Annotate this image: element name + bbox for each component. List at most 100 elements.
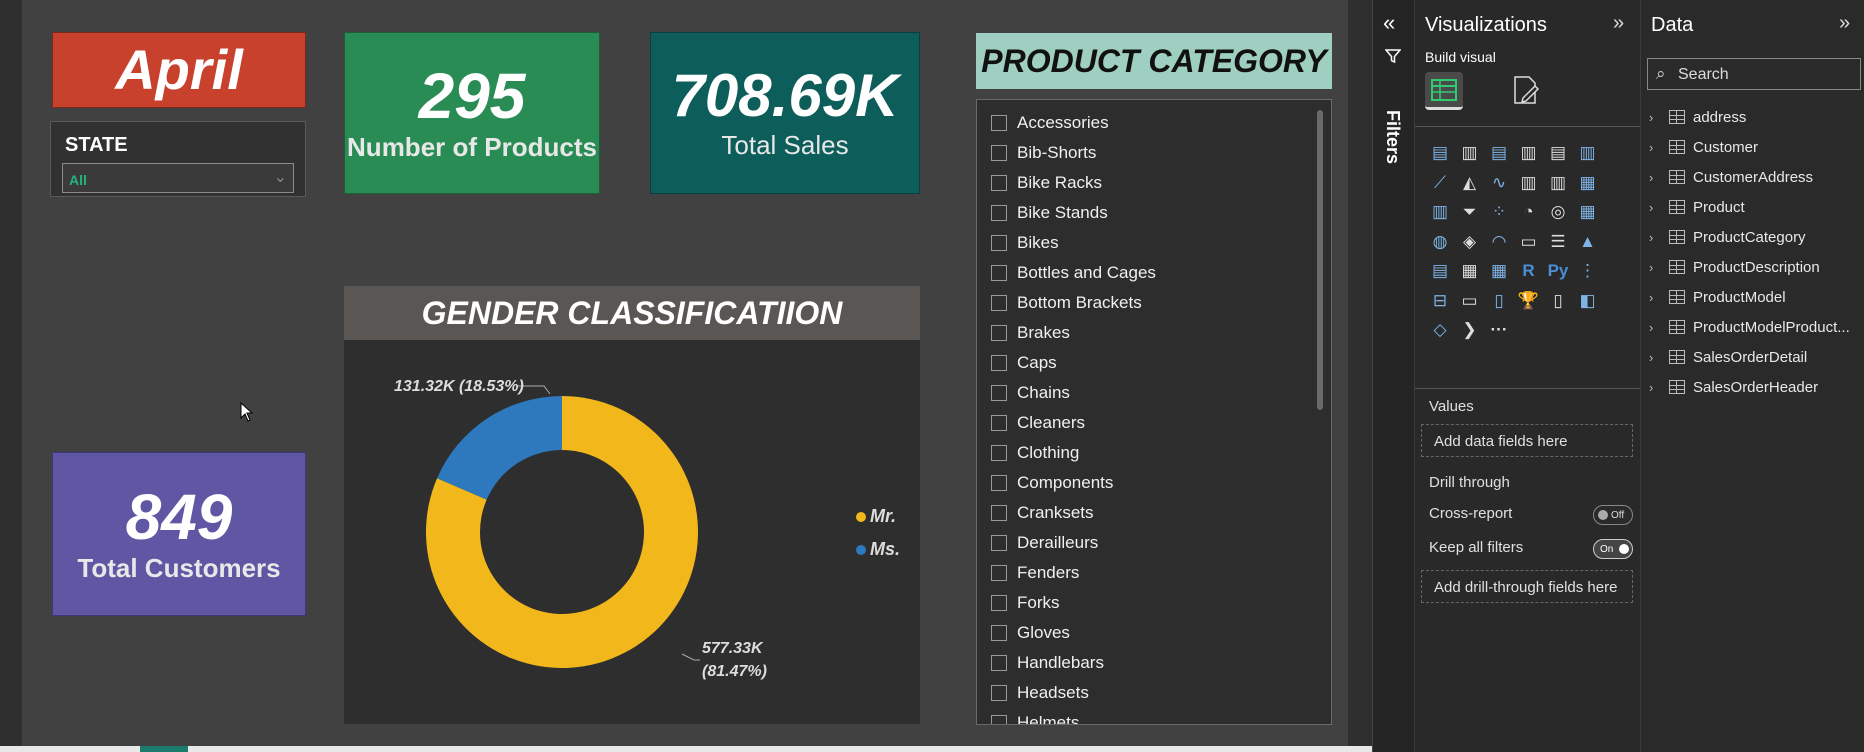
active-page-tab[interactable] (140, 746, 188, 752)
checkbox[interactable] (991, 535, 1007, 551)
checkbox[interactable] (991, 295, 1007, 311)
100-bar-icon[interactable]: ▤ (1545, 140, 1571, 166)
checkbox[interactable] (991, 505, 1007, 521)
matrix-icon[interactable]: ▦ (1486, 258, 1512, 284)
values-field-well[interactable]: Add data fields here (1421, 424, 1633, 457)
month-card[interactable]: April (52, 32, 306, 108)
table-item[interactable]: › SalesOrderDetail (1649, 344, 1863, 370)
products-card[interactable]: 295 Number of Products (344, 32, 600, 194)
checkbox[interactable] (991, 205, 1007, 221)
category-item[interactable]: Accessories (991, 108, 1109, 138)
table-item[interactable]: › ProductModelProduct... (1649, 314, 1863, 340)
filled-map-icon[interactable]: ◈ (1457, 229, 1483, 255)
more-options-icon[interactable]: ··· (1486, 317, 1512, 343)
table-icon[interactable]: ▦ (1457, 258, 1483, 284)
category-item[interactable]: Headsets (991, 678, 1089, 708)
chevron-right-icon[interactable]: › (1649, 320, 1663, 335)
card-icon[interactable]: ▭ (1516, 229, 1542, 255)
kpi-icon[interactable]: ▲ (1575, 229, 1601, 255)
drill-through-field-well[interactable]: Add drill-through fields here (1421, 570, 1633, 603)
ribbon-chart-icon[interactable]: ▦ (1575, 170, 1601, 196)
table-item[interactable]: › ProductModel (1649, 284, 1863, 310)
checkbox[interactable] (991, 625, 1007, 641)
keep-filters-toggle[interactable]: On (1593, 539, 1633, 559)
category-item[interactable]: Bike Stands (991, 198, 1108, 228)
pie-chart-icon[interactable]: ◔ (1516, 199, 1542, 225)
category-item[interactable]: Clothing (991, 438, 1079, 468)
map-icon[interactable]: ◍ (1427, 229, 1453, 255)
table-item[interactable]: › ProductCategory (1649, 224, 1863, 250)
customers-card[interactable]: 849 Total Customers (52, 452, 306, 616)
category-item[interactable]: Cranksets (991, 498, 1094, 528)
cross-report-toggle[interactable]: Off (1593, 505, 1633, 525)
paginated-report-icon[interactable]: ▯ (1545, 288, 1571, 314)
chevron-right-icon[interactable]: › (1649, 380, 1663, 395)
r-visual-icon[interactable]: R (1516, 258, 1542, 284)
chevron-right-icon[interactable]: › (1649, 260, 1663, 275)
key-influencers-icon[interactable]: ⋮ (1575, 258, 1601, 284)
clustered-bar-icon[interactable]: ▤ (1486, 140, 1512, 166)
checkbox[interactable] (991, 175, 1007, 191)
slicer-icon[interactable]: ▤ (1427, 258, 1453, 284)
clustered-column-icon[interactable]: ▥ (1516, 140, 1542, 166)
checkbox[interactable] (991, 595, 1007, 611)
product-category-slicer[interactable]: PRODUCT CATEGORY Accessories Bib-Shorts Bi… (976, 33, 1332, 725)
python-visual-icon[interactable]: Py (1545, 258, 1571, 284)
data-search-input[interactable]: ⌕ Search (1647, 58, 1861, 90)
build-visual-table-icon[interactable] (1425, 72, 1463, 110)
checkbox[interactable] (991, 445, 1007, 461)
stacked-column-icon[interactable]: ▥ (1457, 140, 1483, 166)
checkbox[interactable] (991, 685, 1007, 701)
state-slicer[interactable]: STATE All ⌄ (50, 121, 306, 197)
multi-row-card-icon[interactable]: ☰ (1545, 229, 1571, 255)
category-item[interactable]: Cleaners (991, 408, 1085, 438)
qa-icon[interactable]: ▭ (1457, 288, 1483, 314)
chevron-right-icon[interactable]: › (1649, 170, 1663, 185)
category-item[interactable]: Forks (991, 588, 1060, 618)
line-clustered-icon[interactable]: ▥ (1545, 170, 1571, 196)
checkbox[interactable] (991, 355, 1007, 371)
checkbox[interactable] (991, 115, 1007, 131)
collapse-left-icon[interactable]: « (1383, 10, 1395, 36)
checkbox[interactable] (991, 325, 1007, 341)
category-item[interactable]: Brakes (991, 318, 1070, 348)
scatter-icon[interactable]: ⁘ (1486, 199, 1512, 225)
category-item[interactable]: Caps (991, 348, 1057, 378)
get-more-visuals-icon[interactable]: ❯ (1457, 317, 1483, 343)
checkbox[interactable] (991, 565, 1007, 581)
donut-slice-ms[interactable] (437, 396, 562, 500)
line-chart-icon[interactable]: ⟋ (1427, 170, 1453, 196)
category-item[interactable]: Chains (991, 378, 1070, 408)
category-item[interactable]: Bib-Shorts (991, 138, 1096, 168)
donut-chart-icon[interactable]: ◎ (1545, 199, 1571, 225)
waterfall-icon[interactable]: ▥ (1427, 199, 1453, 225)
canvas-scrollbar[interactable] (1348, 0, 1372, 746)
category-item[interactable]: Handlebars (991, 648, 1104, 678)
sales-card[interactable]: 708.69K Total Sales (650, 32, 920, 194)
checkbox[interactable] (991, 265, 1007, 281)
checkbox[interactable] (991, 415, 1007, 431)
decomposition-tree-icon[interactable]: ⊟ (1427, 288, 1453, 314)
power-apps-icon[interactable]: ◧ (1575, 288, 1601, 314)
category-item[interactable]: Bikes (991, 228, 1059, 258)
chevron-right-icon[interactable]: › (1649, 200, 1663, 215)
table-item[interactable]: › Customer (1649, 134, 1863, 160)
expand-right-icon[interactable]: » (1839, 12, 1850, 35)
category-item[interactable]: Fenders (991, 558, 1079, 588)
chevron-right-icon[interactable]: › (1649, 230, 1663, 245)
category-item[interactable]: Bottom Brackets (991, 288, 1142, 318)
chevron-right-icon[interactable]: › (1649, 290, 1663, 305)
checkbox[interactable] (991, 145, 1007, 161)
treemap-icon[interactable]: ▦ (1575, 199, 1601, 225)
state-dropdown[interactable]: All ⌄ (62, 163, 294, 193)
checkbox[interactable] (991, 475, 1007, 491)
100-column-icon[interactable]: ▥ (1575, 140, 1601, 166)
format-visual-icon[interactable] (1511, 74, 1541, 106)
metrics-icon[interactable]: 🏆 (1516, 288, 1542, 314)
category-item[interactable]: Components (991, 468, 1113, 498)
narrative-icon[interactable]: ▯ (1486, 288, 1512, 314)
checkbox[interactable] (991, 385, 1007, 401)
chevron-right-icon[interactable]: › (1649, 110, 1663, 125)
chevron-right-icon[interactable]: › (1649, 350, 1663, 365)
list-scrollbar[interactable] (1317, 110, 1323, 410)
